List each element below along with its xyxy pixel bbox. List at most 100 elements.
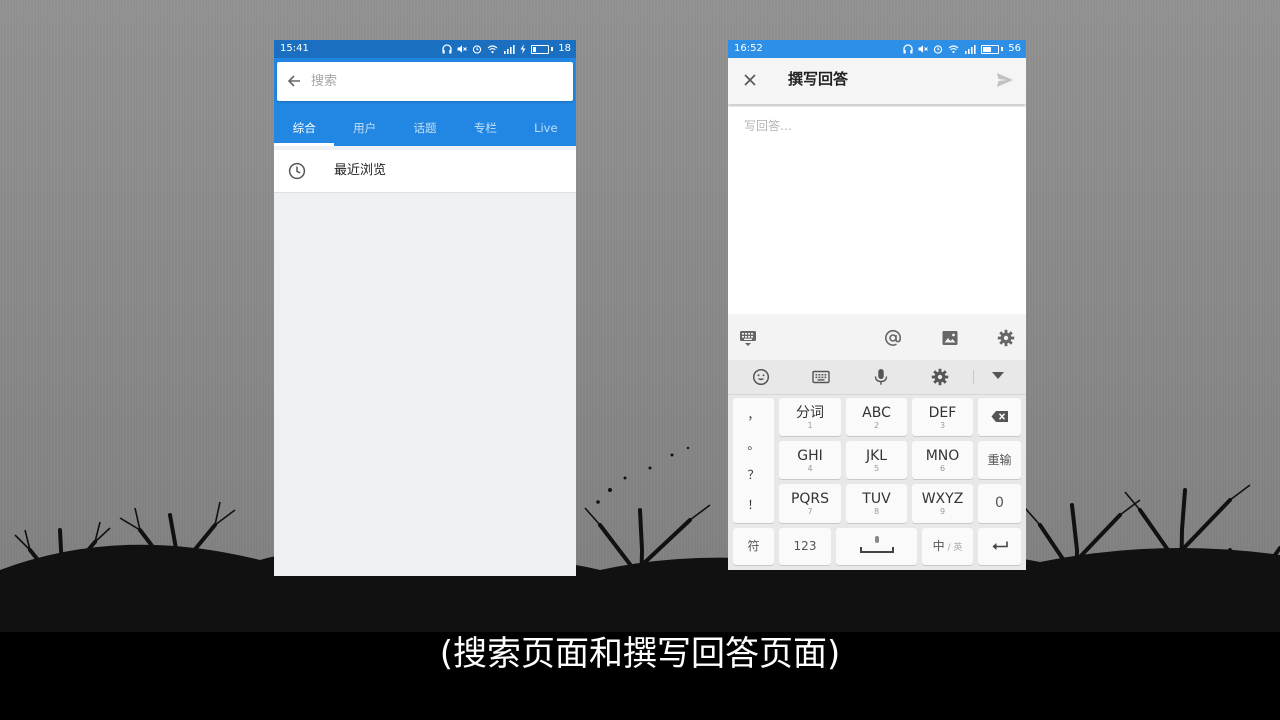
battery-level: 56 xyxy=(1008,43,1021,54)
key-label: 123 xyxy=(793,539,817,553)
punctuation-column[interactable]: ， 。 ？ ！ xyxy=(733,398,774,523)
clock-icon xyxy=(288,162,306,180)
enter-icon xyxy=(992,541,1008,550)
tab-comprehensive[interactable]: 综合 xyxy=(274,113,335,146)
key-label: ABC xyxy=(862,405,891,421)
lang-chinese-label: 中 xyxy=(932,539,945,553)
answer-toolbar: 撰写回答 xyxy=(728,58,1026,104)
image-icon[interactable] xyxy=(941,329,959,347)
key-digit: 1 xyxy=(807,421,813,430)
key-ghi-4[interactable]: GHI 4 xyxy=(779,441,841,479)
language-switch-key[interactable]: 中 / 英 xyxy=(922,528,973,565)
numbers-key[interactable]: 123 xyxy=(779,528,831,565)
collapse-keyboard-icon[interactable] xyxy=(991,371,1005,381)
status-time: 15:41 xyxy=(280,43,309,54)
tree-silhouette-decoration xyxy=(0,446,1280,640)
backspace-icon xyxy=(991,411,1008,422)
recent-browsing-label: 最近浏览 xyxy=(334,163,387,178)
enter-key[interactable] xyxy=(978,528,1021,565)
wifi-icon xyxy=(487,45,498,54)
back-arrow-icon[interactable] xyxy=(287,74,301,88)
battery-indicator xyxy=(981,44,1004,54)
key-mno-6[interactable]: MNO 6 xyxy=(912,441,973,479)
search-header: 综合 用户 话题 专栏 Live xyxy=(274,58,576,146)
key-abc-2[interactable]: ABC 2 xyxy=(846,398,907,436)
key-digit: 5 xyxy=(873,464,880,473)
key-digit: 8 xyxy=(873,507,880,516)
punct-question[interactable]: ？ xyxy=(733,466,774,483)
tab-live[interactable]: Live xyxy=(516,113,576,146)
ime-keyboard: ， 。 ？ ！ 分词 1 ABC 2 DEF 3 GHI 4 JKL 5 MNO… xyxy=(728,360,1026,570)
microphone-icon[interactable] xyxy=(872,368,890,386)
battery-indicator xyxy=(531,44,554,54)
key-zero[interactable]: 0 xyxy=(978,484,1021,523)
key-digit: 2 xyxy=(873,421,880,430)
key-segment-1[interactable]: 分词 1 xyxy=(779,398,841,436)
keyboard-icon[interactable] xyxy=(739,329,757,347)
status-bar: 15:41 18 xyxy=(274,40,576,58)
send-icon[interactable] xyxy=(996,72,1014,88)
space-mic-icon xyxy=(859,536,894,553)
mute-icon xyxy=(457,45,468,53)
settings-gear-icon[interactable] xyxy=(997,329,1015,347)
key-digit: 4 xyxy=(807,464,813,473)
key-digit: 3 xyxy=(939,421,946,430)
key-label: PQRS xyxy=(790,491,830,507)
punct-comma[interactable]: ， xyxy=(733,406,774,423)
alarm-icon xyxy=(473,45,482,54)
battery-level: 18 xyxy=(558,43,571,54)
status-time: 16:52 xyxy=(734,43,763,54)
key-def-3[interactable]: DEF 3 xyxy=(912,398,973,436)
key-wxyz-9[interactable]: WXYZ 9 xyxy=(912,484,973,523)
key-digit: 7 xyxy=(807,507,813,516)
search-box xyxy=(277,62,573,101)
lang-english-label: 英 xyxy=(953,543,963,553)
space-key[interactable] xyxy=(836,528,917,565)
key-tuv-8[interactable]: TUV 8 xyxy=(846,484,907,523)
key-label: WXYZ xyxy=(921,491,964,507)
keyboard-toolbar xyxy=(728,360,1026,395)
answer-editor xyxy=(728,107,1026,314)
at-mention-icon[interactable] xyxy=(884,329,902,347)
page-title: 撰写回答 xyxy=(788,70,849,88)
key-label: TUV xyxy=(862,491,891,507)
keyboard-switch-icon[interactable] xyxy=(812,368,830,386)
video-caption: (搜索页面和撰写回答页面) xyxy=(439,634,841,674)
key-digit: 6 xyxy=(939,464,946,473)
tab-columns[interactable]: 专栏 xyxy=(455,113,515,146)
lang-separator: / xyxy=(947,543,951,553)
keyboard-settings-icon[interactable] xyxy=(931,368,949,386)
punct-period[interactable]: 。 xyxy=(733,436,774,453)
headphones-icon xyxy=(442,44,452,54)
write-answer-screen: 16:52 56 撰写回答 写回答… ， 。 ？ ！ 分词 1 ABC 2 DE… xyxy=(728,40,1026,570)
charging-icon xyxy=(520,44,526,54)
search-input[interactable] xyxy=(311,70,561,92)
backspace-button[interactable] xyxy=(978,398,1021,436)
key-pqrs-7[interactable]: PQRS 7 xyxy=(779,484,841,523)
key-label: 符 xyxy=(747,539,760,553)
editor-toolbar xyxy=(728,317,1026,359)
signal-icon xyxy=(965,45,976,54)
mute-icon xyxy=(918,45,929,53)
key-label: GHI xyxy=(797,448,823,464)
search-screen: 15:41 18 综合 用户 话题 专栏 Live xyxy=(274,40,576,576)
answer-textarea[interactable] xyxy=(744,117,1010,307)
key-label: JKL xyxy=(865,448,888,464)
punct-exclaim[interactable]: ！ xyxy=(733,496,774,513)
wifi-icon xyxy=(948,45,959,54)
reenter-button[interactable]: 重输 xyxy=(978,441,1021,479)
toolbar-divider xyxy=(973,370,974,384)
status-bar: 16:52 56 xyxy=(728,40,1026,58)
key-label: 重输 xyxy=(987,453,1012,467)
signal-icon xyxy=(504,45,515,54)
key-label: MNO xyxy=(925,448,960,464)
symbols-key[interactable]: 符 xyxy=(733,528,774,565)
close-icon[interactable] xyxy=(744,74,756,86)
key-label: 0 xyxy=(995,495,1004,511)
tab-users[interactable]: 用户 xyxy=(334,113,394,146)
recent-browsing-row[interactable]: 最近浏览 xyxy=(274,150,576,193)
emoji-icon[interactable] xyxy=(752,368,770,386)
key-jkl-5[interactable]: JKL 5 xyxy=(846,441,907,479)
key-label: 分词 xyxy=(796,405,824,421)
tab-topics[interactable]: 话题 xyxy=(395,113,455,146)
